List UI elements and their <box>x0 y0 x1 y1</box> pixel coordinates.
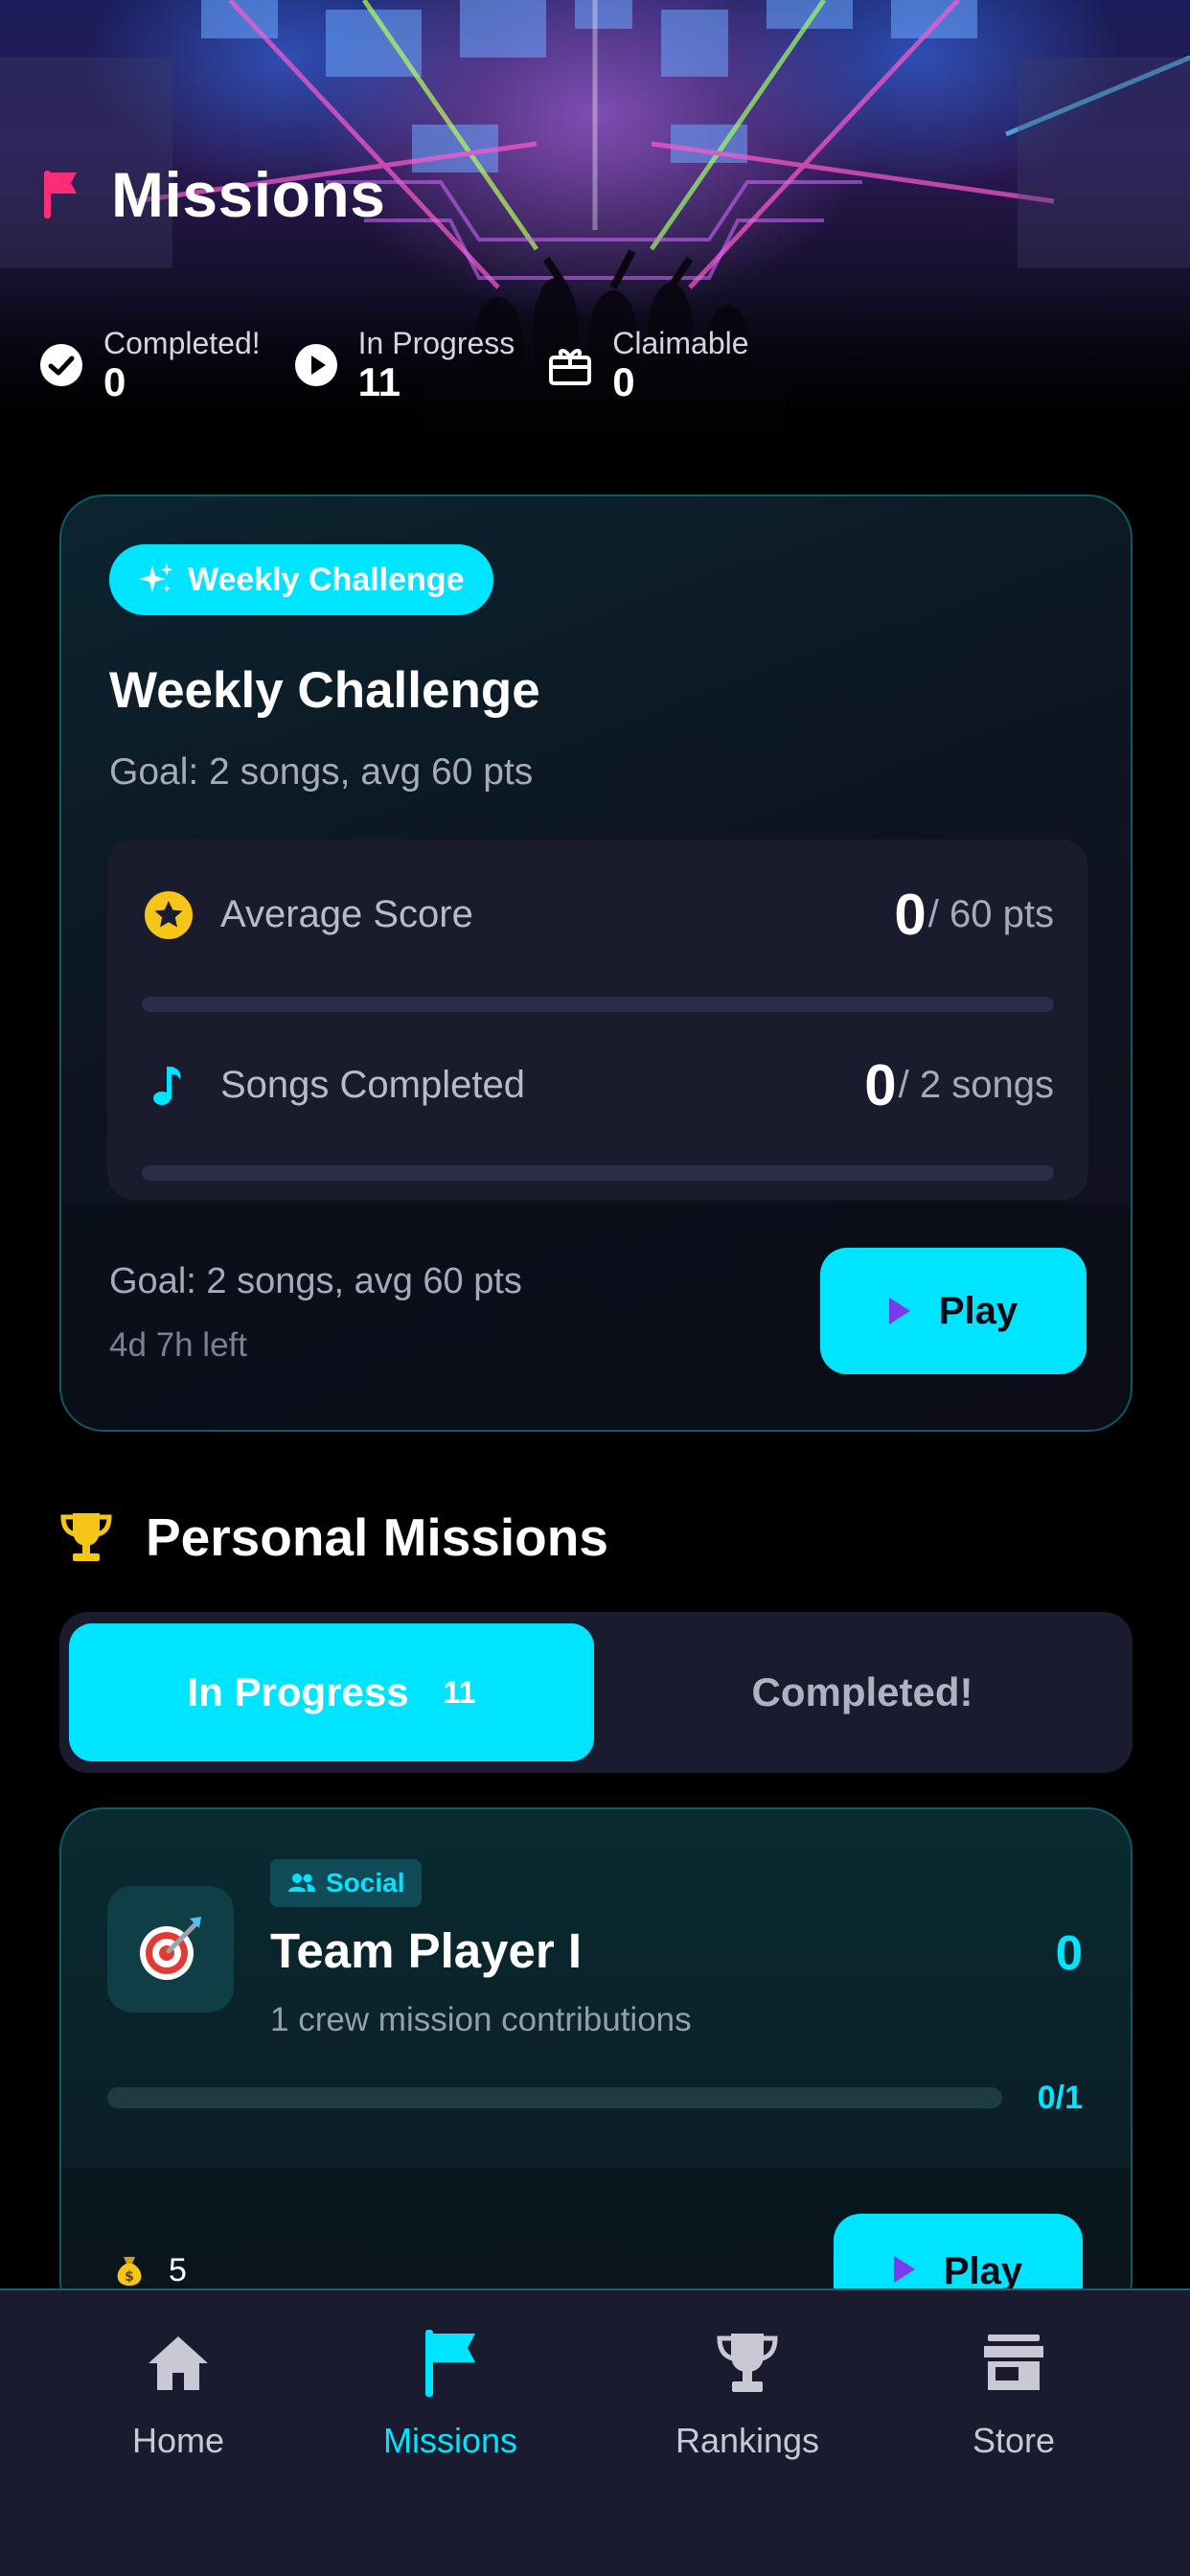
flag-icon <box>423 2325 477 2402</box>
weekly-goal: Goal: 2 songs, avg 60 pts <box>109 751 534 793</box>
trophy-icon <box>60 1513 112 1561</box>
tab-completed[interactable]: Completed! <box>604 1623 1121 1761</box>
weekly-footer: Goal: 2 songs, avg 60 pts 4d 7h left Pla… <box>61 1204 1131 1430</box>
row-label: Average Score <box>220 893 473 935</box>
stats-row: Completed! 0 In Progress 11 Claimable 0 <box>38 326 749 404</box>
bottom-nav: Home Missions Rankings Store <box>0 2288 1190 2576</box>
mission-card[interactable]: Social Team Player I 1 crew mission cont… <box>59 1807 1133 2325</box>
mission-score: 0 <box>1055 1925 1083 1980</box>
stat-claimable: Claimable 0 <box>547 326 749 404</box>
stat-label: Claimable <box>612 326 749 360</box>
tab-in-progress[interactable]: In Progress 11 <box>69 1623 594 1761</box>
row-label: Songs Completed <box>220 1064 525 1106</box>
stat-value: 11 <box>357 359 401 404</box>
dart-target-icon <box>107 1886 234 2012</box>
mission-title: Team Player I <box>270 1923 583 1978</box>
check-circle-icon <box>38 342 84 388</box>
play-circle-icon <box>293 342 339 388</box>
row-value: 0 <box>894 883 927 947</box>
tag-label: Social <box>326 1868 405 1898</box>
nav-item-store[interactable]: Store <box>899 2325 1129 2461</box>
section-title: Personal Missions <box>146 1507 608 1567</box>
weekly-progress-box: Average Score 0 / 60 pts Songs Completed… <box>107 840 1088 1200</box>
store-icon <box>982 2325 1045 2402</box>
flag-icon <box>44 171 77 218</box>
row-unit: / 2 songs <box>898 1064 1054 1106</box>
play-label: Play <box>943 2250 1023 2292</box>
money-bag-icon: $ <box>117 2256 142 2286</box>
average-score-progress-bar <box>142 997 1054 1012</box>
mission-progress-text: 0/1 <box>1037 2080 1083 2116</box>
footer-goal: Goal: 2 songs, avg 60 pts <box>109 1261 522 1301</box>
mission-tabs: In Progress 11 Completed! <box>59 1612 1133 1773</box>
play-label: Play <box>938 1289 1018 1332</box>
nav-item-home[interactable]: Home <box>63 2325 293 2461</box>
gift-icon <box>547 342 593 388</box>
row-value: 0 <box>864 1053 897 1117</box>
stat-in-progress: In Progress 11 <box>293 326 515 404</box>
play-icon <box>893 2256 915 2283</box>
nav-label: Rankings <box>675 2421 820 2460</box>
weekly-challenge-badge: Weekly Challenge <box>109 544 493 615</box>
svg-text:$: $ <box>125 2269 134 2285</box>
personal-missions-header: Personal Missions <box>59 1506 608 1568</box>
weekly-challenge-card[interactable]: Weekly Challenge Weekly Challenge Goal: … <box>59 494 1133 1432</box>
nav-label: Missions <box>382 2421 518 2460</box>
trophy-icon <box>716 2325 779 2402</box>
sparkle-icon <box>139 564 172 592</box>
songs-completed-progress-bar <box>142 1165 1054 1181</box>
weekly-play-button[interactable]: Play <box>820 1248 1087 1374</box>
mission-description: 1 crew mission contributions <box>270 2001 692 2038</box>
page-title: Missions <box>111 159 386 230</box>
badge-label: Weekly Challenge <box>188 561 465 598</box>
nav-item-missions[interactable]: Missions <box>335 2325 565 2461</box>
stat-label: In Progress <box>357 326 515 360</box>
tab-count: 11 <box>443 1674 476 1710</box>
nav-label: Store <box>972 2421 1056 2460</box>
stat-label: Completed! <box>103 326 261 360</box>
row-unit: / 60 pts <box>927 893 1054 935</box>
nav-item-rankings[interactable]: Rankings <box>632 2325 862 2461</box>
nav-label: Home <box>131 2421 225 2460</box>
stat-value: 0 <box>612 359 635 404</box>
mission-category-tag: Social <box>270 1859 423 1907</box>
play-icon <box>888 1298 910 1324</box>
people-icon <box>288 1874 315 1892</box>
reward-amount: 5 <box>169 2252 187 2288</box>
star-icon <box>145 890 193 939</box>
weekly-title: Weekly Challenge <box>109 662 540 719</box>
average-score-row: Average Score 0 / 60 pts <box>144 882 1054 948</box>
page-header: Missions <box>44 158 385 231</box>
time-left: 4d 7h left <box>109 1326 247 1364</box>
tab-label: In Progress <box>187 1669 409 1714</box>
mission-reward: $ 5 <box>111 2252 187 2289</box>
songs-completed-row: Songs Completed 0 / 2 songs <box>144 1052 1054 1118</box>
mission-progress-bar <box>107 2087 1002 2108</box>
stat-value: 0 <box>103 359 126 404</box>
home-icon <box>147 2325 210 2402</box>
music-note-icon <box>153 1066 181 1105</box>
stat-completed: Completed! 0 <box>38 326 261 404</box>
